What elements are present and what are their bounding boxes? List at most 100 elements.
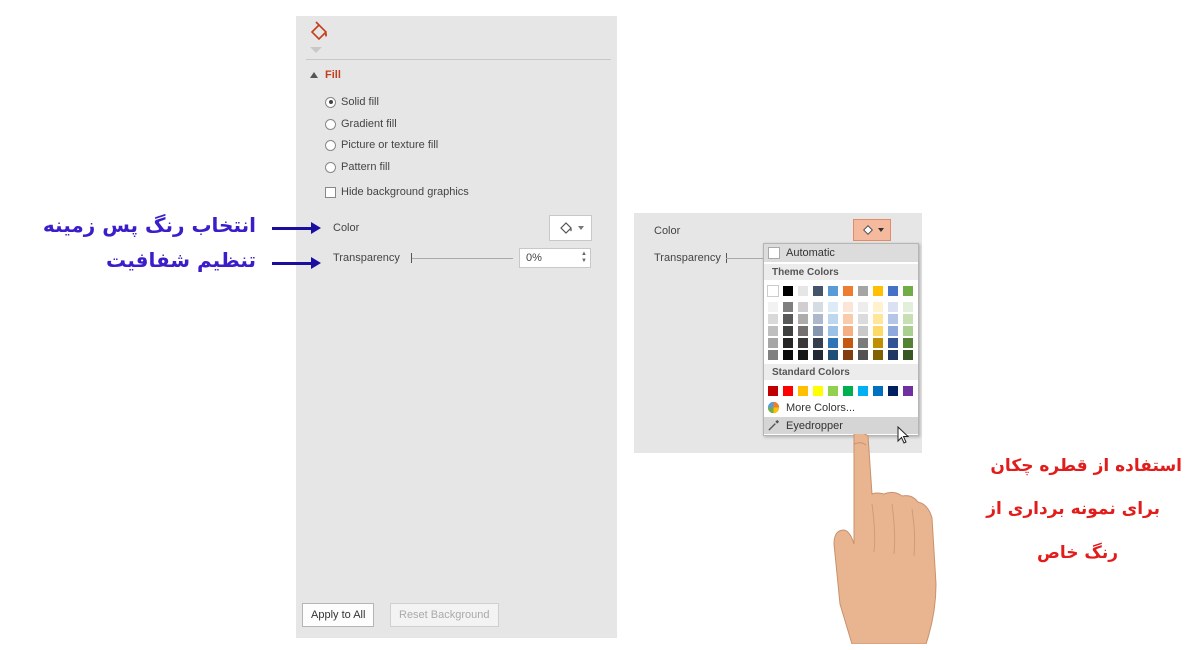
theme-shade-swatch[interactable] xyxy=(828,350,838,360)
spinner-arrows-icon[interactable]: ▲ ▼ xyxy=(581,251,587,265)
theme-shade-swatch[interactable] xyxy=(858,338,868,348)
theme-shade-swatch[interactable] xyxy=(843,314,853,324)
theme-shade-swatch[interactable] xyxy=(798,350,808,360)
theme-shade-swatch[interactable] xyxy=(768,302,778,312)
transparency-slider-track[interactable] xyxy=(411,258,513,259)
theme-shade-swatch[interactable] xyxy=(828,338,838,348)
standard-color-swatch[interactable] xyxy=(858,386,868,396)
picture-fill-option[interactable]: Picture or texture fill xyxy=(325,139,438,151)
gradient-fill-option[interactable]: Gradient fill xyxy=(325,118,397,130)
theme-shade-swatch[interactable] xyxy=(828,326,838,336)
color-label-2: Color xyxy=(654,225,681,237)
theme-shade-swatch[interactable] xyxy=(828,302,838,312)
standard-color-swatch[interactable] xyxy=(813,386,823,396)
theme-shade-swatch[interactable] xyxy=(783,314,793,324)
standard-color-swatch[interactable] xyxy=(768,386,778,396)
theme-shade-swatch[interactable] xyxy=(858,350,868,360)
pattern-fill-radio[interactable] xyxy=(325,161,336,173)
transparency-spinner[interactable]: 0% ▲ ▼ xyxy=(519,248,591,268)
fill-bucket-icon[interactable] xyxy=(308,21,330,43)
reset-background-button[interactable]: Reset Background xyxy=(390,603,499,627)
pattern-fill-option[interactable]: Pattern fill xyxy=(325,161,390,173)
theme-shade-swatch[interactable] xyxy=(798,302,808,312)
theme-shade-swatch[interactable] xyxy=(843,338,853,348)
theme-shade-swatch[interactable] xyxy=(783,350,793,360)
standard-color-swatch[interactable] xyxy=(903,386,913,396)
theme-color-swatch[interactable] xyxy=(798,286,808,296)
theme-shade-swatch[interactable] xyxy=(903,314,913,324)
theme-shade-swatch[interactable] xyxy=(903,338,913,348)
eyedropper-item[interactable]: Eyedropper xyxy=(764,417,918,434)
solid-fill-option[interactable]: Solid fill xyxy=(325,96,379,108)
theme-shade-swatch[interactable] xyxy=(828,314,838,324)
theme-shade-swatch[interactable] xyxy=(843,350,853,360)
theme-shade-swatch[interactable] xyxy=(813,338,823,348)
theme-shade-swatch[interactable] xyxy=(903,302,913,312)
theme-shade-swatch[interactable] xyxy=(873,326,883,336)
theme-color-swatch[interactable] xyxy=(783,286,793,296)
theme-shade-swatch[interactable] xyxy=(768,314,778,324)
theme-shade-swatch[interactable] xyxy=(888,314,898,324)
standard-color-swatch[interactable] xyxy=(828,386,838,396)
theme-shade-swatch[interactable] xyxy=(888,326,898,336)
color-picker-button[interactable] xyxy=(549,215,592,241)
theme-shade-swatch[interactable] xyxy=(798,338,808,348)
theme-shade-swatch[interactable] xyxy=(843,302,853,312)
theme-shade-swatch[interactable] xyxy=(783,338,793,348)
theme-shade-swatch[interactable] xyxy=(888,350,898,360)
theme-color-swatch[interactable] xyxy=(828,286,838,296)
theme-shade-swatch[interactable] xyxy=(858,302,868,312)
standard-color-swatch[interactable] xyxy=(843,386,853,396)
theme-shade-swatch[interactable] xyxy=(843,326,853,336)
color-picker-button-active[interactable] xyxy=(853,219,891,241)
transparency-slider-track-2[interactable] xyxy=(726,258,766,259)
theme-color-swatch[interactable] xyxy=(903,286,913,296)
transparency-slider-thumb[interactable] xyxy=(411,253,412,263)
collapse-triangle-icon[interactable] xyxy=(310,72,318,78)
theme-shade-swatch[interactable] xyxy=(873,350,883,360)
automatic-color-item[interactable]: Automatic xyxy=(764,244,918,262)
standard-color-swatch[interactable] xyxy=(783,386,793,396)
theme-shade-swatch[interactable] xyxy=(798,326,808,336)
color-wheel-icon xyxy=(767,401,780,414)
picture-fill-radio[interactable] xyxy=(325,139,336,151)
theme-shade-swatch[interactable] xyxy=(873,338,883,348)
theme-shade-swatch[interactable] xyxy=(888,338,898,348)
theme-color-swatch[interactable] xyxy=(767,285,779,297)
theme-shade-swatch[interactable] xyxy=(798,314,808,324)
theme-shade-swatch[interactable] xyxy=(813,314,823,324)
theme-shade-swatch[interactable] xyxy=(768,326,778,336)
standard-color-swatch[interactable] xyxy=(798,386,808,396)
arrow-to-transparency xyxy=(272,257,321,269)
theme-shade-swatch[interactable] xyxy=(903,326,913,336)
theme-shade-swatch[interactable] xyxy=(858,326,868,336)
standard-color-swatch[interactable] xyxy=(888,386,898,396)
apply-to-all-button[interactable]: Apply to All xyxy=(302,603,375,627)
theme-color-swatch[interactable] xyxy=(813,286,823,296)
more-colors-item[interactable]: More Colors... xyxy=(764,399,918,416)
standard-color-swatch[interactable] xyxy=(873,386,883,396)
gradient-fill-radio[interactable] xyxy=(325,118,336,130)
theme-shade-swatch[interactable] xyxy=(783,326,793,336)
theme-shade-swatch[interactable] xyxy=(813,326,823,336)
theme-shade-swatch[interactable] xyxy=(873,314,883,324)
theme-shade-swatch[interactable] xyxy=(783,302,793,312)
theme-color-swatch[interactable] xyxy=(843,286,853,296)
fill-section-header[interactable]: Fill xyxy=(310,69,341,81)
more-colors-label: More Colors... xyxy=(786,401,856,414)
theme-color-swatch[interactable] xyxy=(873,286,883,296)
solid-fill-label: Solid fill xyxy=(341,96,379,108)
solid-fill-radio[interactable] xyxy=(325,96,336,108)
theme-shade-swatch[interactable] xyxy=(768,350,778,360)
theme-shade-swatch[interactable] xyxy=(903,350,913,360)
theme-shade-swatch[interactable] xyxy=(813,350,823,360)
hide-graphics-option[interactable]: Hide background graphics xyxy=(325,186,469,198)
theme-shade-swatch[interactable] xyxy=(858,314,868,324)
theme-shade-swatch[interactable] xyxy=(873,302,883,312)
theme-shade-swatch[interactable] xyxy=(888,302,898,312)
theme-shade-swatch[interactable] xyxy=(813,302,823,312)
theme-shade-swatch[interactable] xyxy=(768,338,778,348)
theme-color-swatch[interactable] xyxy=(858,286,868,296)
hide-graphics-checkbox[interactable] xyxy=(325,186,336,198)
theme-color-swatch[interactable] xyxy=(888,286,898,296)
